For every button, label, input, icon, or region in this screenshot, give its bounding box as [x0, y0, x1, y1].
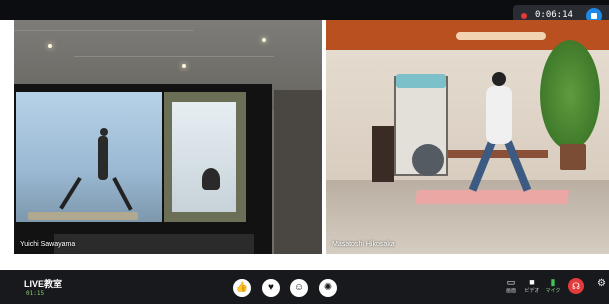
- video-tile-yuichi[interactable]: Yuichi Sawayama: [14, 20, 322, 254]
- session-duration: 01:15: [26, 290, 45, 297]
- instructor-leg: [112, 177, 133, 211]
- screen-share-button[interactable]: ▭ 画面: [501, 276, 521, 300]
- ceiling-line: [74, 56, 274, 57]
- thumbs-up-icon[interactable]: 👍: [233, 279, 251, 297]
- instructor-head: [100, 128, 108, 136]
- microphone-icon: ▮: [550, 277, 556, 287]
- overhead-view: [172, 102, 236, 212]
- ceiling-light: [182, 64, 186, 68]
- leave-call-button[interactable]: ☊: [568, 278, 584, 294]
- microphone-toggle-button[interactable]: ▮ マイク: [543, 276, 563, 300]
- session-title: LIVE教室: [24, 279, 63, 289]
- smile-icon[interactable]: ☺: [290, 279, 308, 297]
- headset-icon: ☊: [572, 281, 580, 291]
- ceiling-light: [48, 44, 52, 48]
- tv-screen-main: [16, 92, 162, 222]
- yoga-mat: [414, 190, 570, 204]
- yoga-mat: [28, 212, 138, 220]
- bottom-control-bar: LIVE教室 01:15 👍 ♥ ☺ ✺ ▭ 画面 ■ ビデオ ▮ マイク ☊ …: [0, 270, 609, 304]
- tv-screen-overhead: [164, 92, 246, 222]
- screen-label: 画面: [505, 288, 516, 294]
- ceiling-line: [14, 30, 194, 31]
- monitor-icon: ▭: [506, 277, 516, 287]
- party-popper-icon[interactable]: ✺: [319, 279, 337, 297]
- overhead-figure: [202, 168, 220, 190]
- video-tile-masatoshi[interactable]: Masatoshi Hikosaka: [326, 20, 609, 254]
- tv-stand: [54, 234, 254, 254]
- live-class-window: 0:06:14 Yuichi Sawayama Masatoshi Hikosa…: [0, 0, 609, 304]
- participant-body: [486, 86, 512, 144]
- exercise-ball: [412, 144, 444, 176]
- rolled-mats: [396, 74, 446, 88]
- wall-light: [456, 32, 546, 40]
- mic-label: マイク: [545, 288, 561, 294]
- instructor-body: [98, 136, 108, 180]
- heart-icon[interactable]: ♥: [262, 279, 280, 297]
- camera-icon: ■: [529, 277, 535, 287]
- recording-dot-icon: [521, 13, 527, 19]
- ceiling-light: [262, 38, 266, 42]
- gear-icon[interactable]: ⚙: [597, 278, 606, 289]
- plant: [540, 40, 600, 150]
- instructor-leg: [59, 176, 82, 210]
- tv-monitor: [14, 84, 272, 254]
- bench: [448, 150, 548, 158]
- cabinet: [372, 126, 394, 182]
- plant-pot: [560, 144, 586, 170]
- recording-elapsed: 0:06:14: [535, 10, 573, 20]
- wall-strip: [274, 90, 322, 254]
- participant-head: [492, 72, 506, 86]
- video-label: ビデオ: [524, 288, 540, 294]
- participant-name: Masatoshi Hikosaka: [332, 241, 395, 248]
- participant-name: Yuichi Sawayama: [20, 241, 76, 248]
- video-toggle-button[interactable]: ■ ビデオ: [522, 276, 542, 300]
